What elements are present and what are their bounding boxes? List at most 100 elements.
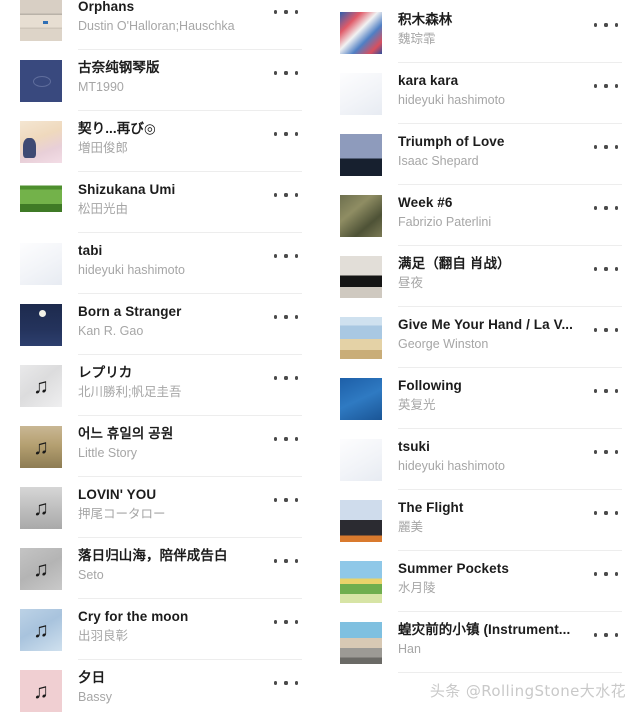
album-art[interactable]	[20, 0, 62, 41]
ellipsis-icon[interactable]	[274, 615, 298, 629]
song-title: 满足（翻自 肖战）	[398, 256, 511, 271]
album-art[interactable]	[340, 12, 382, 54]
album-art[interactable]	[20, 121, 62, 163]
ellipsis-icon[interactable]	[594, 323, 618, 337]
song-row[interactable]: kara kara hideyuki hashimoto	[320, 63, 640, 124]
album-art[interactable]: ♫	[20, 426, 62, 468]
song-row[interactable]: Give Me Your Hand / La V... George Winsto…	[320, 307, 640, 368]
album-art[interactable]: ♫	[20, 670, 62, 712]
album-art[interactable]	[340, 256, 382, 298]
album-art[interactable]	[20, 243, 62, 285]
ellipsis-icon[interactable]	[274, 66, 298, 80]
album-art[interactable]	[340, 73, 382, 115]
song-artist: Little Story	[78, 446, 138, 460]
song-artist: 押尾コータロー	[78, 507, 166, 521]
song-row[interactable]: Following 英复光	[320, 368, 640, 429]
song-row[interactable]: 古奈纯钢琴版 MT1990	[0, 50, 320, 111]
ellipsis-icon[interactable]	[594, 79, 618, 93]
album-art[interactable]	[340, 378, 382, 420]
ellipsis-icon[interactable]	[274, 371, 298, 385]
ellipsis-icon[interactable]	[594, 18, 618, 32]
ellipsis-icon[interactable]	[594, 628, 618, 642]
song-artist: 麗美	[398, 520, 424, 534]
song-row[interactable]: tabi hideyuki hashimoto	[0, 233, 320, 294]
ellipsis-icon[interactable]	[594, 445, 618, 459]
album-art[interactable]	[340, 134, 382, 176]
song-title: Summer Pockets	[398, 561, 509, 576]
ellipsis-icon[interactable]	[594, 201, 618, 215]
ellipsis-icon[interactable]	[594, 384, 618, 398]
song-row[interactable]: ♫ レプリカ 北川勝利;帆足圭吾	[0, 355, 320, 416]
song-row[interactable]: ♫ 落日归山海，陪伴成告白 Seto	[0, 538, 320, 599]
song-text-block: 어느 휴일의 공원 Little Story	[78, 424, 258, 462]
ellipsis-icon[interactable]	[274, 5, 298, 19]
song-title: Following	[398, 378, 462, 393]
album-art[interactable]: ♫	[20, 487, 62, 529]
song-row[interactable]: ♫ 어느 휴일의 공원 Little Story	[0, 416, 320, 477]
ellipsis-icon[interactable]	[274, 310, 298, 324]
ellipsis-icon[interactable]	[594, 140, 618, 154]
song-title: 落日归山海，陪伴成告白	[78, 548, 228, 563]
song-artist: 魏琮霏	[398, 32, 436, 46]
song-artist: 増田俊郎	[78, 141, 129, 155]
song-row[interactable]: 满足（翻自 肖战） 昼夜	[320, 246, 640, 307]
song-list-column-right: 积木森林 魏琮霏 kara kara hideyuki hashimoto Triump…	[320, 0, 640, 713]
song-row[interactable]: Triumph of Love Isaac Shepard	[320, 124, 640, 185]
song-artist: 昼夜	[398, 276, 424, 290]
song-artist: 北川勝利;帆足圭吾	[78, 385, 182, 399]
song-row[interactable]: Shizukana Umi 松田光由	[0, 172, 320, 233]
song-title: 古奈纯钢琴版	[78, 60, 160, 75]
song-title: Give Me Your Hand / La V...	[398, 317, 574, 332]
song-text-block: 蝗灾前的小镇 (Instrument... Han	[398, 620, 578, 658]
ellipsis-icon[interactable]	[274, 249, 298, 263]
album-art[interactable]	[20, 182, 62, 224]
song-row[interactable]: 蝗灾前的小镇 (Instrument... Han	[320, 612, 640, 673]
album-art[interactable]	[20, 304, 62, 346]
ellipsis-icon[interactable]	[274, 554, 298, 568]
song-row[interactable]: Week #6 Fabrizio Paterlini	[320, 185, 640, 246]
song-row[interactable]: Born a Stranger Kan R. Gao	[0, 294, 320, 355]
ellipsis-icon[interactable]	[594, 262, 618, 276]
song-row[interactable]: ♫ Cry for the moon 出羽良彰	[0, 599, 320, 660]
album-art[interactable]	[340, 500, 382, 542]
ellipsis-icon[interactable]	[594, 567, 618, 581]
song-row[interactable]: ♫ 夕日 Bassy	[0, 660, 320, 713]
song-title: Orphans	[78, 0, 135, 14]
song-title: 蝗灾前的小镇 (Instrument...	[398, 622, 571, 637]
album-art[interactable]	[340, 622, 382, 664]
song-artist: hideyuki hashimoto	[398, 93, 506, 107]
ellipsis-icon[interactable]	[274, 127, 298, 141]
song-row[interactable]: tsuki hideyuki hashimoto	[320, 429, 640, 490]
song-row[interactable]: 契り...再び◎ 増田俊郎	[0, 111, 320, 172]
song-row[interactable]: The Flight 麗美	[320, 490, 640, 551]
ellipsis-icon[interactable]	[274, 188, 298, 202]
song-row[interactable]: Summer Pockets 水月陵	[320, 551, 640, 612]
song-text-block: Give Me Your Hand / La V... George Winsto…	[398, 315, 578, 353]
album-art[interactable]: ♫	[20, 609, 62, 651]
song-title: tsuki	[398, 439, 431, 454]
music-note-icon: ♫	[33, 679, 49, 703]
row-divider	[398, 672, 622, 673]
song-row[interactable]: Orphans Dustin O'Halloran;Hauschka	[0, 0, 320, 50]
song-text-block: tsuki hideyuki hashimoto	[398, 437, 578, 475]
song-artist: Fabrizio Paterlini	[398, 215, 492, 229]
album-art[interactable]	[340, 561, 382, 603]
song-row[interactable]: ♫ LOVIN' YOU 押尾コータロー	[0, 477, 320, 538]
song-title: The Flight	[398, 500, 464, 515]
ellipsis-icon[interactable]	[594, 506, 618, 520]
song-title: Triumph of Love	[398, 134, 505, 149]
album-art[interactable]	[20, 60, 62, 102]
song-artist: Bassy	[78, 690, 113, 704]
album-art[interactable]: ♫	[20, 365, 62, 407]
ellipsis-icon[interactable]	[274, 432, 298, 446]
album-art[interactable]: ♫	[20, 548, 62, 590]
song-title: Cry for the moon	[78, 609, 189, 624]
song-text-block: Born a Stranger Kan R. Gao	[78, 302, 258, 340]
album-art[interactable]	[340, 317, 382, 359]
album-art[interactable]	[340, 439, 382, 481]
song-row[interactable]: 积木森林 魏琮霏	[320, 2, 640, 63]
song-title: Born a Stranger	[78, 304, 182, 319]
album-art[interactable]	[340, 195, 382, 237]
ellipsis-icon[interactable]	[274, 493, 298, 507]
ellipsis-icon[interactable]	[274, 676, 298, 690]
